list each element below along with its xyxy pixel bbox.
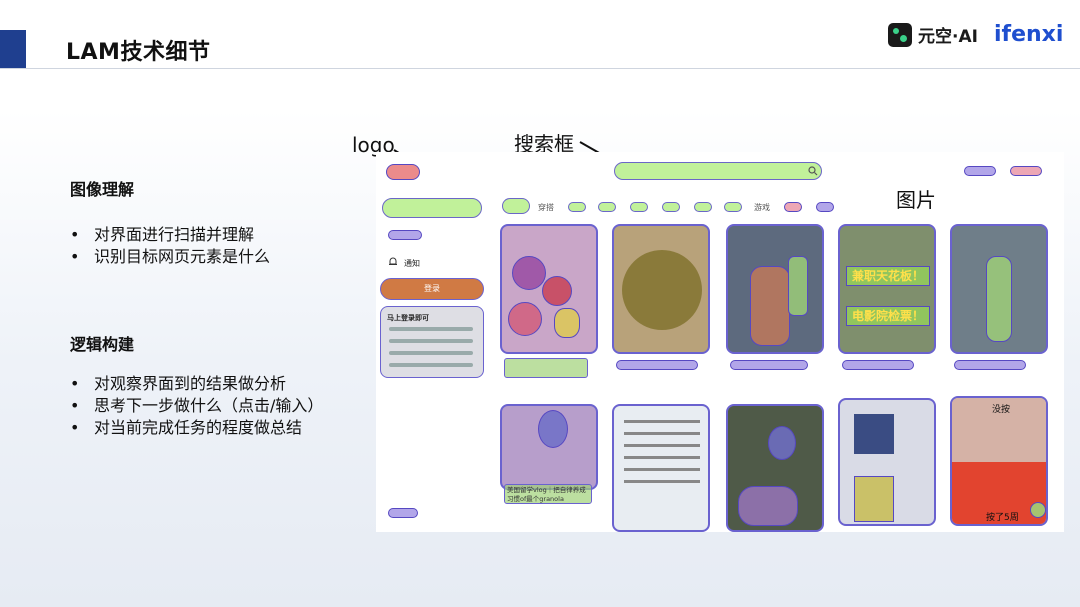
tab-10[interactable] <box>784 202 802 212</box>
tab-games[interactable]: 游戏 <box>754 202 770 213</box>
web-screenshot: 图片 通知 登录 马上登录即可 穿搭 游戏 兼职天花板！ 电影院检票！ 美国留学… <box>376 152 1064 532</box>
card-caption[interactable] <box>842 360 914 370</box>
tab-outfit[interactable]: 穿搭 <box>538 202 554 213</box>
login-prompt-title: 马上登录即可 <box>387 314 429 322</box>
bullet-item: 识别目标网页元素是什么 <box>70 246 270 268</box>
face-label-bottom: 按了5周 <box>986 513 1019 523</box>
prompt-line <box>389 363 473 367</box>
poster-text-1: 兼职天花板！ <box>846 266 930 286</box>
feed-image-grapes[interactable] <box>500 224 598 354</box>
section-heading-image-understanding: 图像理解 <box>70 180 135 199</box>
bullet-item: 思考下一步做什么（点击/输入） <box>70 395 323 417</box>
tab-5[interactable] <box>630 202 648 212</box>
feed-image-soup[interactable] <box>612 224 710 354</box>
login-prompt-panel: 马上登录即可 <box>380 306 484 378</box>
card-caption[interactable] <box>616 360 698 370</box>
annotation-image-label: 图片 <box>896 188 936 212</box>
yuankong-logo-icon <box>888 22 912 47</box>
bullet-item: 对观察界面到的结果做分析 <box>70 373 323 395</box>
bullet-list-logic-building: 对观察界面到的结果做分析 思考下一步做什么（点击/输入） 对当前完成任务的程度做… <box>70 373 323 439</box>
bell-icon <box>389 257 397 265</box>
card-caption[interactable] <box>504 358 588 378</box>
sidebar-more-button[interactable] <box>388 508 418 518</box>
feed-image-vlog[interactable] <box>500 404 598 490</box>
search-input[interactable] <box>614 162 822 180</box>
face-label-top: 没按 <box>992 405 1011 415</box>
prompt-line <box>389 327 473 331</box>
header-link-1[interactable] <box>964 166 996 176</box>
accent-bar <box>0 30 26 68</box>
tab-recommend[interactable] <box>502 198 530 214</box>
brand-name-cn: 元空·AI <box>918 27 978 47</box>
bullet-item: 对当前完成任务的程度做总结 <box>70 417 323 439</box>
slide-title: LAM技术细节 <box>66 40 211 65</box>
sidebar-item-publish[interactable] <box>388 230 422 240</box>
header-link-2[interactable] <box>1010 166 1042 176</box>
brand-name-en: ifenxi <box>993 22 1064 47</box>
feed-image-face-comparison[interactable]: 没按 按了5周 <box>950 396 1048 526</box>
card-caption-vlog[interactable]: 美国留学vlog｜把自律养成习惯of最个granola <box>504 484 592 504</box>
brand-logo: 元空·AI ifenxi <box>888 22 1063 47</box>
poster-text-2: 电影院检票！ <box>846 306 930 326</box>
bullet-list-image-understanding: 对界面进行扫描并理解 识别目标网页元素是什么 <box>70 224 270 268</box>
tab-8[interactable] <box>724 202 742 212</box>
card-caption[interactable] <box>954 360 1026 370</box>
tab-4[interactable] <box>598 202 616 212</box>
tab-3[interactable] <box>568 202 586 212</box>
login-button[interactable]: 登录 <box>380 278 484 300</box>
section-heading-logic-building: 逻辑构建 <box>70 335 135 354</box>
prompt-line <box>389 339 473 343</box>
sidebar-item-discover[interactable] <box>382 198 482 218</box>
bullet-item: 对界面进行扫描并理解 <box>70 224 270 246</box>
feed-image-person-standing[interactable] <box>950 224 1048 354</box>
site-logo-icon[interactable] <box>386 164 420 180</box>
feed-image-document[interactable] <box>612 404 710 532</box>
card-caption[interactable] <box>730 360 808 370</box>
feed-image-person-table[interactable] <box>726 404 824 532</box>
tab-11[interactable] <box>816 202 834 212</box>
prompt-line <box>389 351 473 355</box>
tab-6[interactable] <box>662 202 680 212</box>
search-icon[interactable] <box>808 166 818 176</box>
sidebar-item-notify[interactable]: 通知 <box>404 258 420 269</box>
feed-image-cinema-job[interactable]: 兼职天花板！ 电影院检票！ <box>838 224 936 354</box>
feed-image-person-cooking[interactable] <box>726 224 824 354</box>
feed-image-post[interactable] <box>838 398 936 526</box>
tab-7[interactable] <box>694 202 712 212</box>
header-divider <box>0 68 1080 69</box>
